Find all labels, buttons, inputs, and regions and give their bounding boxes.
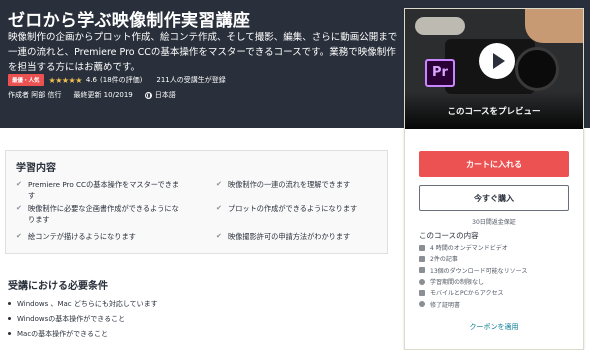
- what-you-will-learn: 学習内容 ✔ Premiere Pro CCの基本操作をマスターできます ✔ 映像制…: [5, 150, 388, 254]
- check-icon: ✔: [216, 180, 222, 188]
- article-icon: [419, 255, 425, 262]
- includes-title: このコースの内容: [419, 231, 479, 240]
- star-rating-icon: ★★★★★: [48, 75, 83, 85]
- check-icon: ✔: [216, 204, 222, 212]
- learn-item: ✔ Premiere Pro CCの基本操作をマスターできます: [16, 180, 180, 200]
- bullet-icon: [8, 332, 11, 335]
- include-item: 修了証明書: [419, 298, 527, 309]
- course-description: 映像制作の企画からプロット作成、絵コンテ作成、そして撮影、編集、さらに動画公開ま…: [8, 32, 398, 73]
- rating-value: 4.6: [85, 76, 98, 84]
- check-icon: ✔: [16, 232, 22, 240]
- include-item: 13個のダウンロード可能なリソース: [419, 265, 527, 276]
- certificate-icon: [419, 301, 425, 308]
- requirement-item: Windowsの基本操作ができること: [8, 311, 158, 326]
- download-icon: [419, 267, 425, 274]
- hand-image: [525, 9, 583, 43]
- mobile-icon: [419, 289, 425, 296]
- last-updated: 最終更新 10/2019: [73, 91, 133, 99]
- language: 日本語: [154, 91, 176, 99]
- preview-label[interactable]: このコースをプレビュー: [405, 105, 583, 117]
- requirements-title: 受講における必要条件: [8, 281, 108, 292]
- purchase-sidebar: Pr このコースをプレビュー カートに入れる 今すぐ購入 30日間返金保証 この…: [404, 8, 584, 350]
- check-icon: ✔: [16, 180, 22, 188]
- infinity-icon: [419, 278, 425, 285]
- learn-item: ✔ 映像制作の一連の流れを理解できます: [216, 180, 351, 189]
- include-item: 4 時間のオンデマンドビデオ: [419, 242, 527, 253]
- learn-item: ✔ プロットの作成ができるようになります: [216, 204, 358, 213]
- requirements-list: Windows 、Mac どちらにも対応しています Windowsの基本操作がで…: [8, 296, 158, 341]
- bestseller-badge: 最優・人気: [8, 74, 44, 86]
- money-back-guarantee: 30日間返金保証: [472, 219, 516, 226]
- camera-lens-image: [515, 47, 559, 91]
- requirement-item: Windows 、Mac どちらにも対応しています: [8, 296, 158, 311]
- microphone-image: [415, 17, 465, 35]
- play-icon[interactable]: [479, 43, 515, 79]
- review-count[interactable]: (18件の評価): [100, 75, 142, 85]
- course-title: ゼロから学ぶ映像制作実習講座: [8, 11, 251, 31]
- check-icon: ✔: [216, 232, 222, 240]
- check-icon: ✔: [16, 204, 22, 212]
- add-to-cart-button[interactable]: カートに入れる: [419, 151, 569, 177]
- bullet-icon: [8, 317, 11, 320]
- include-item: モバイルとPCからアクセス: [419, 287, 527, 298]
- learn-item: ✔ 絵コンテが描けるようになります: [16, 232, 136, 241]
- author[interactable]: 作成者 阿部 信行: [8, 90, 61, 100]
- rating-row: 最優・人気 ★★★★★ 4.6 (18件の評価) 211人の受講生が登録: [8, 74, 226, 86]
- student-count: 211人の受講生が登録: [156, 76, 226, 84]
- bullet-icon: [8, 302, 11, 305]
- include-item: 学習期間の制限なし: [419, 276, 527, 287]
- learn-item: ✔ 映像制作に必要な企画書作成ができるようになります: [16, 204, 179, 224]
- video-icon: [419, 244, 425, 251]
- globe-icon: [144, 91, 152, 99]
- meta-row: 作成者 阿部 信行 最終更新 10/2019 日本語: [8, 90, 176, 100]
- learn-title: 学習内容: [16, 163, 56, 174]
- buy-now-button[interactable]: 今すぐ購入: [419, 185, 569, 211]
- apply-coupon-link[interactable]: クーポンを適用: [405, 322, 583, 332]
- include-item: 2件の記事: [419, 253, 527, 264]
- requirement-item: Macの基本操作ができること: [8, 326, 158, 341]
- premiere-pro-logo: Pr: [425, 59, 455, 87]
- learn-item: ✔ 映像撮影許可の申請方法がわかります: [216, 232, 351, 241]
- includes-list: 4 時間のオンデマンドビデオ 2件の記事 13個のダウンロード可能なリソース 学…: [419, 242, 527, 310]
- course-preview[interactable]: Pr このコースをプレビュー: [405, 9, 583, 129]
